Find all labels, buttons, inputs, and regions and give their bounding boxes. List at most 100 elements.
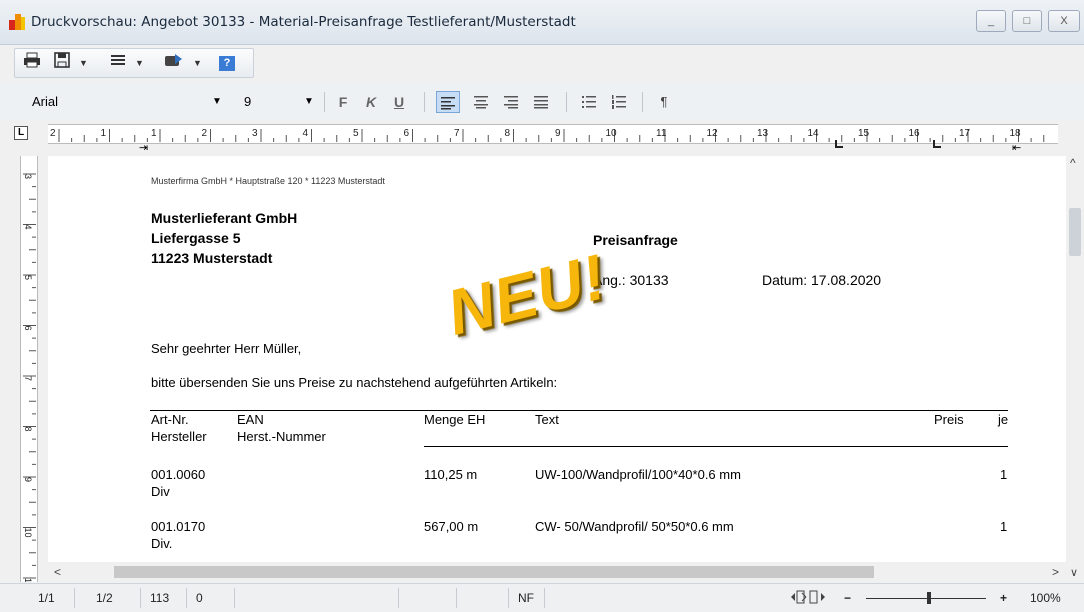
status-section: 1/2 xyxy=(96,591,113,605)
document-date: Datum: 17.08.2020 xyxy=(762,272,882,288)
toolbar-divider xyxy=(566,92,567,112)
header-herst-nummer: Herst.-Nummer xyxy=(237,429,326,444)
horizontal-scroll-thumb[interactable] xyxy=(114,566,874,578)
table-top-rule xyxy=(150,410,1008,411)
numbered-list-icon[interactable] xyxy=(608,91,630,113)
app-logo-icon xyxy=(9,14,25,30)
row-text: CW- 50/Wandprofil/ 50*50*0.6 mm xyxy=(535,519,734,534)
scroll-left-icon[interactable]: < xyxy=(54,565,61,579)
save-dropdown-arrow[interactable]: ▼ xyxy=(79,52,88,74)
ruler-label: 9 xyxy=(23,477,33,482)
tab-stop-marker[interactable] xyxy=(835,140,843,148)
new-stamp: NEU! xyxy=(440,240,614,349)
header-hersteller: Hersteller xyxy=(151,429,207,444)
help-icon[interactable]: ? xyxy=(219,56,235,71)
vertical-ruler: 3 4 5 6 7 8 9 10 11 xyxy=(14,156,42,587)
left-indent-marker[interactable]: ⇥ xyxy=(139,141,148,154)
export-icon[interactable] xyxy=(163,52,185,74)
ruler-label: 8 xyxy=(23,427,33,432)
vertical-scroll-thumb[interactable] xyxy=(1069,208,1081,256)
horizontal-ruler-ticks: 2 1 1 2 3 4 5 6 7 8 9 10 11 12 13 14 15 16 17 18 xyxy=(50,128,1045,142)
align-left-icon[interactable] xyxy=(436,91,460,113)
intro-text: bitte übersenden Sie uns Preise zu nachs… xyxy=(151,375,558,390)
row-je: 1 xyxy=(1000,519,1008,534)
ruler-label: 18 xyxy=(1010,128,1022,139)
status-divider xyxy=(544,588,545,608)
header-menge-eh: Menge EH xyxy=(424,412,486,427)
row-art-nr: 001.0170 xyxy=(151,519,206,534)
font-family-select[interactable]: Arial ▼ xyxy=(28,92,228,112)
row-text: UW-100/Wandprofil/100*40*0.6 mm xyxy=(535,467,741,482)
format-toolbar: Arial ▼ 9 ▼ F K U ¶ xyxy=(0,82,1084,121)
ruler-label: 3 xyxy=(23,174,33,179)
align-center-icon[interactable] xyxy=(470,91,492,113)
italic-button[interactable]: K xyxy=(362,91,380,113)
fit-page-icon[interactable] xyxy=(790,589,826,608)
zoom-in-button[interactable]: + xyxy=(1000,591,1007,605)
bullet-list-icon[interactable] xyxy=(578,91,600,113)
ruler-label: 4 xyxy=(23,225,33,230)
table-header-rule xyxy=(424,446,1008,447)
header-art-nr: Art-Nr. xyxy=(151,412,189,427)
row-menge: 567,00 m xyxy=(424,519,479,534)
status-divider xyxy=(186,588,187,608)
zoom-slider-thumb[interactable] xyxy=(927,592,931,604)
export-dropdown-arrow[interactable]: ▼ xyxy=(193,52,202,74)
document-preview[interactable]: Musterfirma GmbH * Hauptstraße 120 * 112… xyxy=(48,156,1066,562)
scroll-up-icon[interactable]: ^ xyxy=(1070,156,1076,170)
horizontal-ruler: L 2 1 1 2 3 4 5 6 7 8 9 10 11 12 13 14 15 16 17 18 ⇥ ⇤ xyxy=(0,120,1084,154)
status-divider xyxy=(456,588,457,608)
header-ean: EAN xyxy=(237,412,264,427)
underline-button[interactable]: U xyxy=(390,91,408,113)
document-type: Preisanfrage xyxy=(593,232,678,248)
status-column: 0 xyxy=(196,591,203,605)
status-bar: 1/1 1/2 113 0 NF − + 100% xyxy=(0,583,1084,612)
toolbar-divider xyxy=(642,92,643,112)
list-dropdown-arrow[interactable]: ▼ xyxy=(135,52,144,74)
ruler-label: 3 xyxy=(252,128,258,139)
row-je: 1 xyxy=(1000,467,1008,482)
vertical-ruler-strip[interactable]: 3 4 5 6 7 8 9 10 11 xyxy=(20,156,38,587)
ruler-label: 6 xyxy=(404,128,410,139)
save-icon[interactable] xyxy=(51,52,73,74)
ruler-label: 10 xyxy=(606,128,618,139)
window-title: Druckvorschau: Angebot 30133 - Material-… xyxy=(31,14,576,30)
close-button[interactable]: X xyxy=(1048,10,1080,32)
ruler-label: 15 xyxy=(858,128,870,139)
maximize-button[interactable]: □ xyxy=(1012,10,1042,32)
right-indent-marker[interactable]: ⇤ xyxy=(1012,141,1021,154)
vertical-scrollbar[interactable]: ^ ∨ xyxy=(1066,156,1084,582)
ruler-label: 6 xyxy=(23,326,33,331)
ruler-label: 10 xyxy=(23,528,33,538)
header-text: Text xyxy=(535,412,559,427)
list-icon[interactable] xyxy=(107,52,129,74)
align-justify-icon[interactable] xyxy=(530,91,552,113)
pilcrow-button[interactable]: ¶ xyxy=(656,91,672,113)
ruler-label: 2 xyxy=(202,128,208,139)
horizontal-scrollbar[interactable]: < > xyxy=(48,562,1066,582)
align-right-icon[interactable] xyxy=(500,91,522,113)
printer-icon[interactable] xyxy=(21,52,43,74)
ruler-label: 17 xyxy=(959,128,971,139)
status-divider xyxy=(74,588,75,608)
ruler-label: 13 xyxy=(757,128,769,139)
minimize-button[interactable]: _ xyxy=(976,10,1006,32)
main-toolbar: ▼ ▼ ▼ ? xyxy=(14,48,254,78)
ruler-label: 11 xyxy=(656,128,667,139)
recipient-name: Musterlieferant GmbH xyxy=(151,210,298,226)
tab-stop-marker[interactable] xyxy=(933,140,941,148)
zoom-slider-track[interactable] xyxy=(866,598,986,599)
ruler-label: 16 xyxy=(909,128,921,139)
bold-button[interactable]: F xyxy=(334,91,352,113)
zoom-out-button[interactable]: − xyxy=(844,591,851,605)
font-size-select[interactable]: 9 ▼ xyxy=(242,92,317,112)
scroll-right-icon[interactable]: > xyxy=(1052,565,1059,579)
ruler-label: 11 xyxy=(23,578,33,582)
tab-type-button[interactable]: L xyxy=(14,126,28,140)
status-position: 113 xyxy=(150,591,170,605)
salutation: Sehr geehrter Herr Müller, xyxy=(151,341,302,356)
horizontal-ruler-strip[interactable]: 2 1 1 2 3 4 5 6 7 8 9 10 11 12 13 14 15 16 17 18 xyxy=(48,124,1058,144)
row-menge: 110,25 m xyxy=(424,467,478,482)
scroll-down-icon[interactable]: ∨ xyxy=(1070,566,1078,579)
row-art-nr: 001.0060 xyxy=(151,467,206,482)
